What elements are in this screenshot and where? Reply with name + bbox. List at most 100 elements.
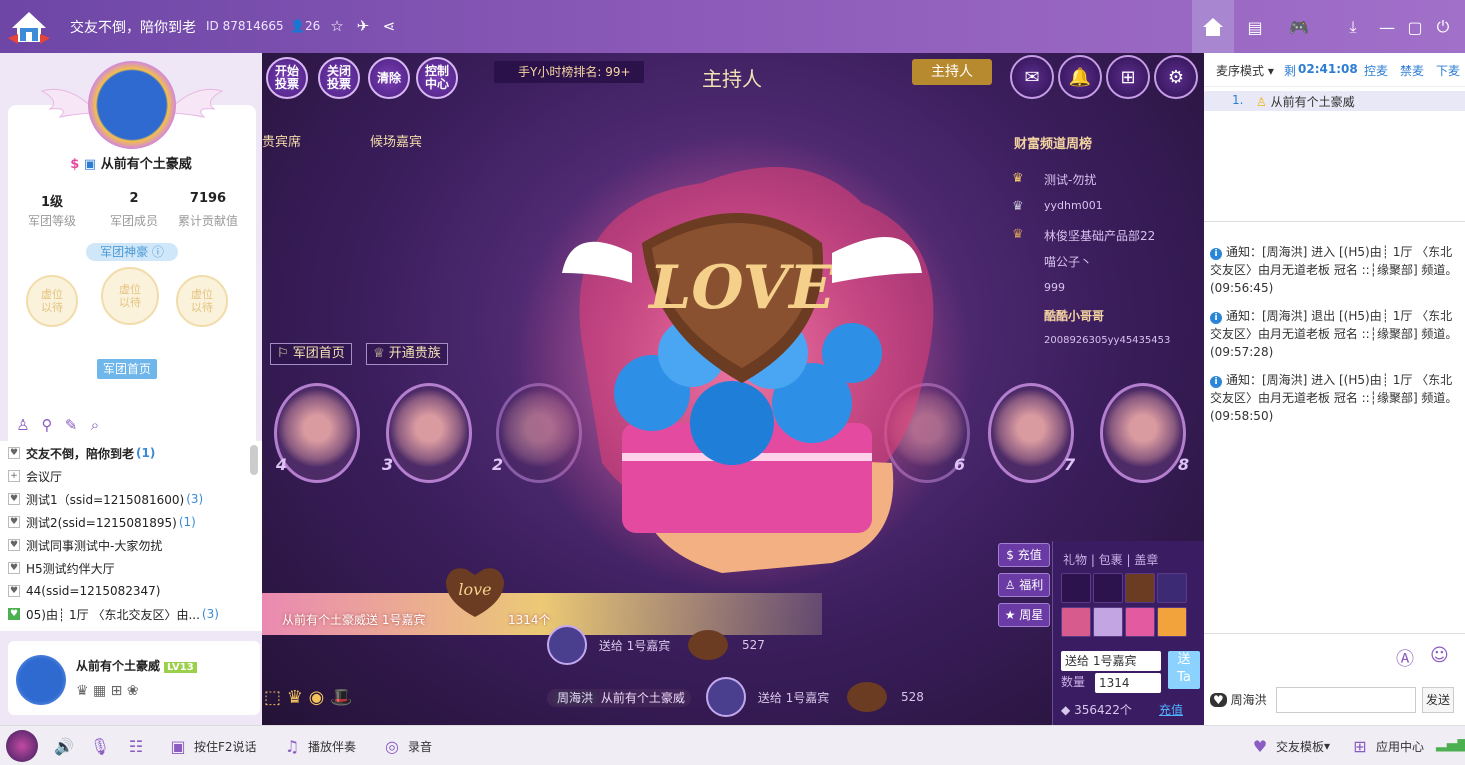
live-avatar-icon[interactable] bbox=[6, 730, 38, 762]
rank-row[interactable]: yydhm001 bbox=[1044, 199, 1103, 212]
contrib-value: 7196 bbox=[189, 191, 227, 206]
gift-slot[interactable] bbox=[1061, 607, 1091, 637]
recharge-link[interactable]: 充值 bbox=[1159, 701, 1183, 718]
rank-row[interactable]: 喵公子丶 bbox=[1044, 253, 1092, 270]
gamepad-icon[interactable]: 🎮 bbox=[1286, 14, 1312, 40]
list-item[interactable]: ♥ 05)由┊ 1厅 〈东北交友区〉由... (3) bbox=[8, 604, 219, 624]
army-home-tag-label: 军团首页 bbox=[292, 346, 345, 361]
template-button[interactable]: ♥ 交友模板 ▾ bbox=[1250, 736, 1330, 756]
f2-key-icon: ▣ bbox=[170, 736, 186, 756]
home-nav-button[interactable] bbox=[1192, 0, 1234, 53]
star-icon[interactable]: ☆ bbox=[326, 15, 348, 37]
location-icon[interactable]: ⚲ bbox=[38, 416, 56, 434]
welfare-side-button[interactable]: ♙ 福利 bbox=[998, 573, 1050, 597]
download-icon[interactable]: ⤓ bbox=[1340, 14, 1366, 40]
mic-queue-row[interactable]: 1. ♙ 从前有个土豪威 bbox=[1204, 91, 1465, 111]
speaker-button[interactable]: 🔊 bbox=[54, 736, 80, 756]
gift-slot[interactable] bbox=[1061, 573, 1091, 603]
send-to-select[interactable]: 送给 1号嘉宾 bbox=[1061, 651, 1161, 671]
list-item[interactable]: ♥ 交友不倒，陪你到老 (1) bbox=[8, 443, 155, 463]
seat-7[interactable] bbox=[988, 383, 1074, 483]
army-home-tag[interactable]: ⚐ 军团首页 bbox=[270, 343, 352, 365]
gift-slot[interactable] bbox=[1157, 607, 1187, 637]
chat-input[interactable] bbox=[1276, 687, 1416, 713]
control-center-button[interactable]: 控制 中心 bbox=[416, 57, 458, 99]
apps-icon[interactable]: ⊞ bbox=[1106, 55, 1150, 99]
mic-index: 1. bbox=[1232, 93, 1244, 107]
send-button[interactable]: 发送 bbox=[1422, 687, 1454, 713]
tab-waiting-guests[interactable]: 候场嘉宾 bbox=[370, 131, 422, 150]
army-home-button[interactable]: 军团首页 bbox=[97, 359, 157, 379]
open-noble-tag[interactable]: ♕ 开通贵族 bbox=[366, 343, 448, 365]
list-item[interactable]: ♥ 测试同事测试中-大家勿扰 bbox=[8, 535, 162, 555]
army-god-pill[interactable]: 军团神豪 ⓘ bbox=[86, 243, 178, 261]
time-label: 剩 bbox=[1284, 64, 1297, 78]
gift-slot[interactable] bbox=[1093, 573, 1123, 603]
rank-row[interactable]: 999 bbox=[1044, 281, 1065, 294]
user-icon[interactable]: ♙ bbox=[14, 416, 32, 434]
badge-icons[interactable]: ♛ ▦ ⊞ ❀ bbox=[76, 683, 139, 699]
minimize-icon[interactable]: — bbox=[1374, 14, 1400, 40]
list-item[interactable]: ♥ 44(ssid=1215082347) bbox=[8, 581, 161, 601]
tab-vip-seat[interactable]: 贵宾席 bbox=[262, 131, 301, 150]
host-tag[interactable]: 主持人 bbox=[912, 59, 992, 85]
feed-num: 528 bbox=[900, 690, 924, 704]
close-vote-button[interactable]: 关闭 投票 bbox=[318, 57, 360, 99]
font-style-icon[interactable]: Ⓐ bbox=[1396, 645, 1414, 671]
bell-icon[interactable]: 🔔 bbox=[1058, 55, 1102, 99]
app-logo-icon[interactable] bbox=[8, 8, 50, 46]
qty-select[interactable]: 1314 bbox=[1095, 673, 1161, 693]
user-icon: ♙ bbox=[1256, 95, 1267, 109]
profile-avatar[interactable] bbox=[88, 61, 176, 149]
play-music-button[interactable]: ♫ 播放伴奏 bbox=[282, 736, 356, 756]
list-item[interactable]: + 会议厅 bbox=[8, 466, 62, 486]
my-avatar[interactable] bbox=[16, 655, 66, 705]
mixer-button[interactable]: ☷ bbox=[126, 736, 152, 756]
feed-to: 送给 1号嘉宾 bbox=[757, 690, 830, 705]
maximize-icon[interactable]: ▢ bbox=[1402, 14, 1428, 40]
list-item[interactable]: ♥ H5测试约伴大厅 bbox=[8, 558, 115, 578]
push-to-talk[interactable]: ▣ 按住F2说话 bbox=[168, 736, 256, 756]
list-item[interactable]: ♥ 测试1（ssid=1215081600) (3) bbox=[8, 489, 203, 509]
settings-icon[interactable]: ⚙ bbox=[1154, 55, 1198, 99]
feed-avatar bbox=[547, 625, 587, 665]
feed-sender[interactable]: 周海洪 从前有个土豪威 bbox=[547, 689, 691, 707]
week-star-side-button[interactable]: ★ 周星 bbox=[998, 603, 1050, 627]
channel-name: 测试1（ssid=1215081600) bbox=[26, 492, 185, 507]
hourly-rank[interactable]: 手Y小时榜排名: 99+ bbox=[494, 61, 644, 83]
rank-row[interactable]: 测试-勿扰 bbox=[1044, 171, 1096, 188]
rank-row[interactable]: 酷酷小哥哥 bbox=[1044, 307, 1104, 324]
bottom-badges[interactable]: ⬚ ♛ ◉ 🎩 bbox=[264, 687, 352, 708]
gift-slot[interactable] bbox=[1157, 573, 1187, 603]
recharge-side-button[interactable]: $ 充值 bbox=[998, 543, 1050, 567]
ban-mic-link[interactable]: 禁麦 bbox=[1400, 62, 1424, 79]
send-gift-button[interactable]: 送 Ta bbox=[1168, 651, 1200, 689]
seat-3[interactable] bbox=[386, 383, 472, 483]
list-item[interactable]: ♥ 测试2(ssid=1215081895) (1) bbox=[8, 512, 196, 532]
app-center-button[interactable]: ⊞ 应用中心 bbox=[1350, 736, 1424, 756]
emoji-icon[interactable]: ☺ bbox=[1430, 645, 1449, 666]
wing-gift-slot[interactable] bbox=[1093, 607, 1123, 637]
chat-target[interactable]: ♥ 周海洪 bbox=[1210, 691, 1267, 708]
power-icon[interactable]: ⏻ bbox=[1430, 14, 1456, 40]
start-vote-button[interactable]: 开始 投票 bbox=[266, 57, 308, 99]
edit-icon[interactable]: ✎ bbox=[62, 416, 80, 434]
control-mic-link[interactable]: 控麦 bbox=[1364, 62, 1388, 79]
rank-row[interactable]: 2008926305yy45435453 bbox=[1044, 335, 1170, 346]
star-gift-slot[interactable] bbox=[1125, 607, 1155, 637]
list-icon[interactable]: ▤ bbox=[1242, 14, 1268, 40]
mic-button[interactable]: 🎙 bbox=[90, 736, 116, 756]
channel-scrollbar[interactable] bbox=[250, 445, 258, 475]
down-mic-link[interactable]: 下麦 bbox=[1436, 62, 1460, 79]
plane-icon[interactable]: ✈ bbox=[352, 15, 374, 37]
seat-8[interactable] bbox=[1100, 383, 1186, 483]
mail-icon[interactable]: ✉ bbox=[1010, 55, 1054, 99]
rank-row[interactable]: 林俊坚基础产品部22 bbox=[1044, 227, 1155, 244]
search-icon[interactable]: ⌕ bbox=[86, 416, 104, 434]
record-button[interactable]: ◎ 录音 bbox=[382, 736, 432, 756]
gift-tabs[interactable]: 礼物 | 包裹 | 盖章 bbox=[1063, 551, 1158, 568]
love-gift-slot[interactable] bbox=[1125, 573, 1155, 603]
mode-select[interactable]: 麦序模式 ▾ bbox=[1216, 62, 1274, 79]
clear-button[interactable]: 清除 bbox=[368, 57, 410, 99]
share-icon[interactable]: ⋖ bbox=[378, 15, 400, 37]
